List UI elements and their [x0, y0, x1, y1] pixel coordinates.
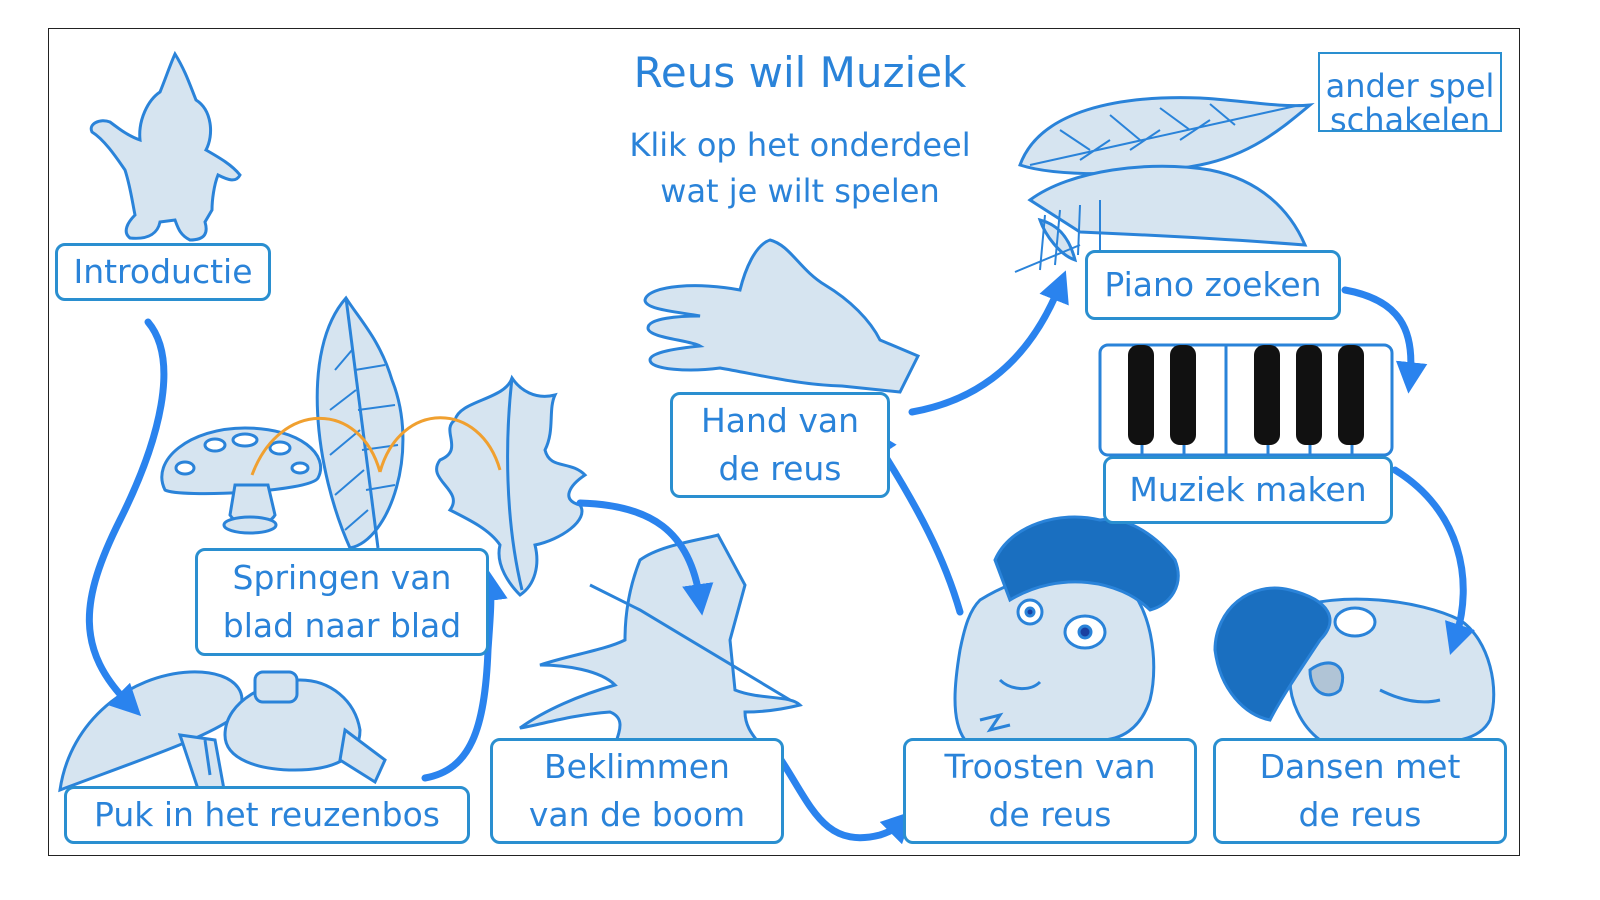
chapter-springen-button[interactable]: Springen van blad naar blad — [195, 548, 489, 656]
tree-stump-icon — [519, 533, 803, 747]
giant-face-crying-icon — [953, 515, 1180, 742]
chapter-label: Muziek maken — [1129, 470, 1367, 509]
other-game-label-cut: schakelen — [1329, 101, 1491, 132]
chapter-label: Troosten van de reus — [944, 747, 1156, 834]
chapter-introductie-button[interactable]: Introductie — [55, 243, 271, 301]
gnome-icon — [89, 50, 242, 242]
page-title: Reus wil Muziek — [633, 48, 967, 97]
other-game-label: ander spel — [1325, 67, 1495, 105]
page-subtitle: Klik op het onderdeel wat je wilt spelen — [629, 126, 971, 210]
chapter-label: Puk in het reuzenbos — [94, 795, 440, 834]
leaf-icon — [315, 295, 405, 550]
chapter-puk-button[interactable]: Puk in het reuzenbos — [64, 786, 470, 844]
chapter-label: Piano zoeken — [1104, 265, 1322, 304]
chapter-piano-button[interactable]: Piano zoeken — [1085, 250, 1341, 320]
chapter-beklimmen-button[interactable]: Beklimmen van de boom — [490, 738, 784, 844]
other-game-button[interactable]: ander spel schakelen — [1318, 52, 1502, 132]
chapter-label: Introductie — [73, 252, 253, 291]
chapter-dansen-button[interactable]: Dansen met de reus — [1213, 738, 1507, 844]
chapter-label: Beklimmen van de boom — [528, 747, 746, 834]
chapter-hand-button[interactable]: Hand van de reus — [670, 392, 890, 498]
chapter-troosten-button[interactable]: Troosten van de reus — [903, 738, 1197, 844]
piano-keyboard-icon — [1098, 343, 1394, 457]
hand-icon — [643, 238, 921, 394]
chapter-label: Springen van blad naar blad — [222, 558, 462, 645]
chapter-label: Dansen met de reus — [1259, 747, 1461, 834]
giant-face-dancing-icon — [1213, 586, 1496, 744]
chapter-label: Hand van de reus — [700, 401, 860, 488]
leaf-pile-icon — [1014, 96, 1315, 273]
chapter-muziek-button[interactable]: Muziek maken — [1103, 456, 1393, 524]
puk-mushroom-icon — [58, 670, 387, 797]
mushroom-icon — [160, 426, 323, 535]
